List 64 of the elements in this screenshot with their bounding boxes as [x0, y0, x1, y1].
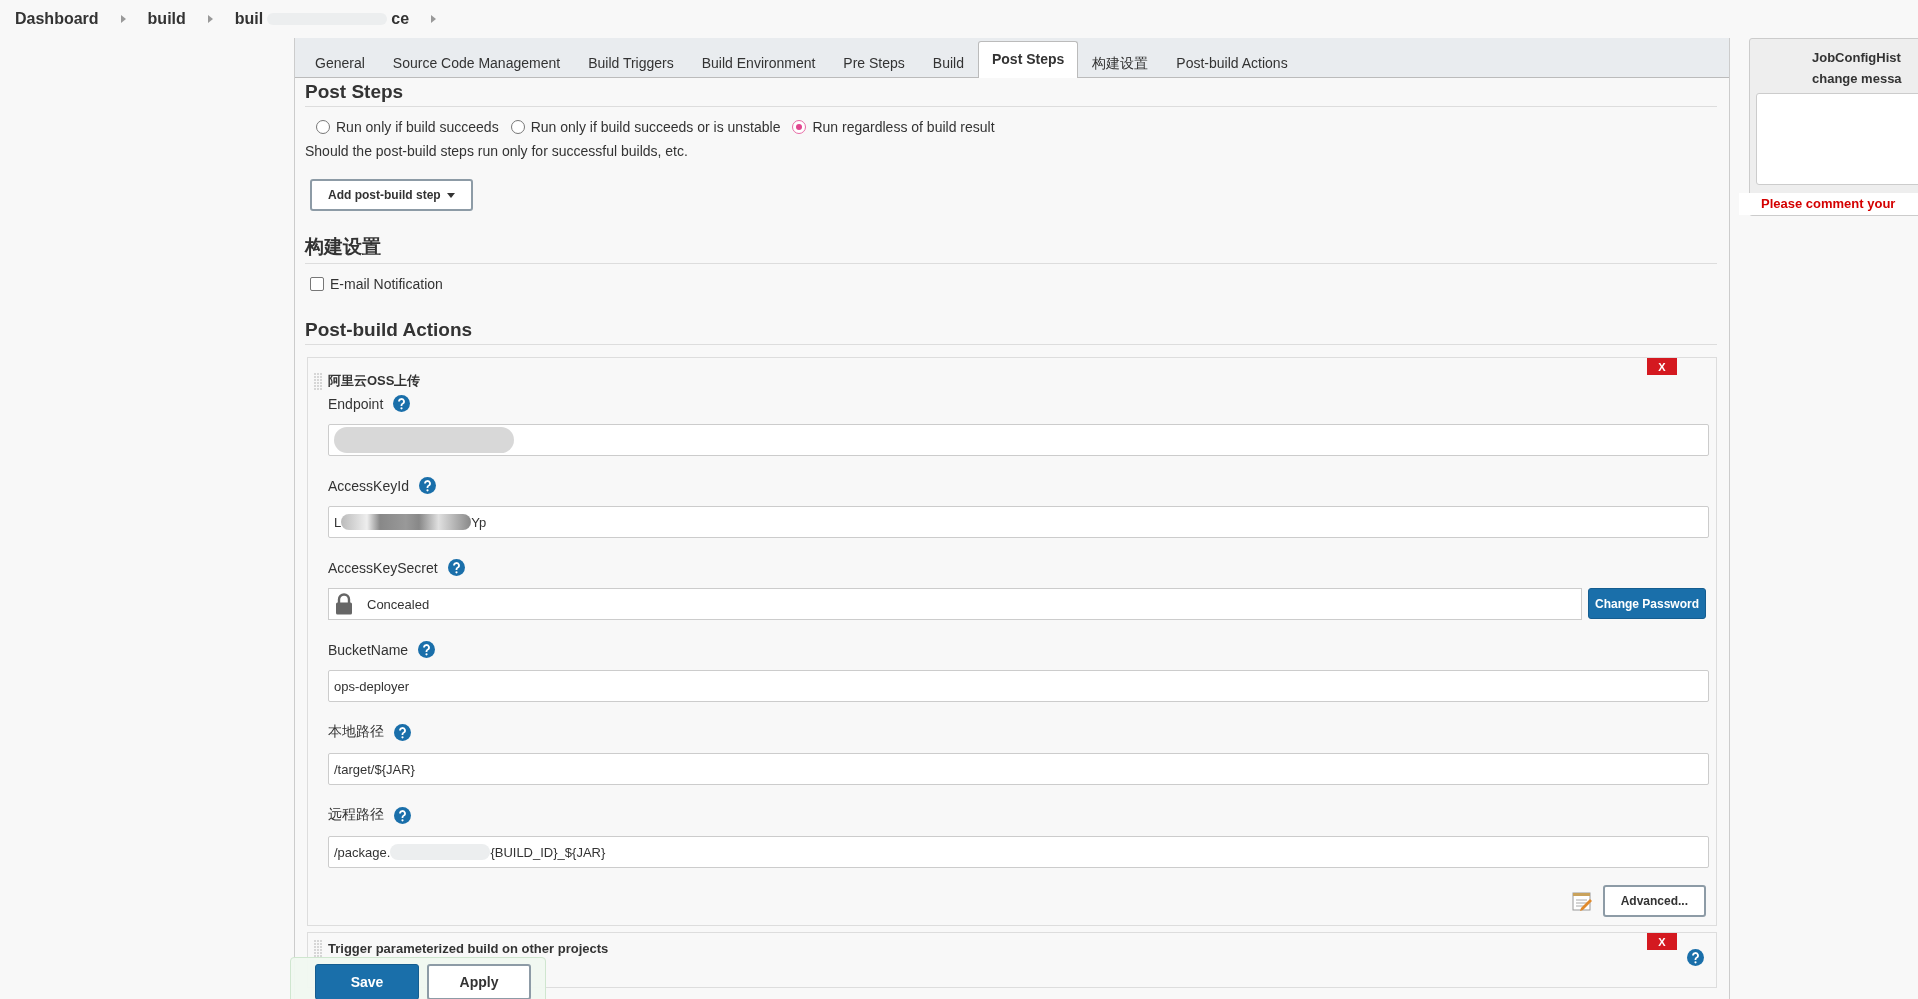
radio-button[interactable] — [510, 120, 525, 134]
add-step-button[interactable]: Add post-build step — [310, 179, 473, 211]
radio-label: Run only if build succeeds — [336, 119, 499, 135]
field-label: 远程路径 — [328, 806, 384, 824]
checkbox-label: E-mail Notification — [330, 276, 443, 292]
tab[interactable]: Build Triggers — [574, 47, 688, 78]
card-title: 阿里云OSS上传 — [328, 372, 421, 390]
radio-button[interactable] — [316, 120, 330, 134]
tab[interactable]: General — [301, 47, 379, 78]
section-heading: Post Steps — [305, 80, 1717, 107]
section-heading: 构建设置 — [305, 233, 1717, 264]
tab[interactable]: Source Code Management — [378, 47, 575, 78]
breadcrumb-link[interactable]: buil ce — [234, 10, 410, 28]
caret-icon — [446, 192, 455, 198]
panel-subtitle: change messa — [1811, 70, 1902, 88]
password-field[interactable]: Concealed — [328, 588, 1582, 620]
help-icon[interactable] — [1687, 949, 1704, 966]
tab[interactable]: Build Environment — [687, 47, 830, 78]
help-icon[interactable] — [394, 806, 411, 824]
delete-button[interactable]: X — [1647, 933, 1677, 950]
breadcrumb-link[interactable]: Dashboard — [15, 10, 99, 28]
chevron-icon — [207, 15, 213, 23]
help-icon[interactable] — [393, 395, 411, 412]
advanced-button[interactable]: Advanced... — [1602, 885, 1706, 917]
radio-label: Run only if build succeeds or is unstable — [530, 119, 781, 135]
tab[interactable]: 构建设置 — [1078, 47, 1163, 78]
tab[interactable]: Build — [918, 47, 978, 78]
breadcrumb-link[interactable]: build — [147, 10, 186, 28]
input-field[interactable]: /package. {BUILD_ID}_${JAR} — [328, 836, 1709, 868]
radio-label: Run regardless of build result — [812, 119, 995, 135]
warning-text: Please comment your — [1739, 193, 1918, 215]
field-label: 本地路径 — [328, 723, 384, 741]
lock-icon — [335, 593, 353, 615]
section-heading: Post-build Actions — [305, 318, 1717, 345]
field-label: BucketName — [328, 641, 409, 658]
tab[interactable]: Post Steps — [978, 41, 1079, 78]
chevron-icon — [120, 15, 126, 23]
input-field[interactable] — [328, 424, 1709, 456]
change-password-button[interactable]: Change Password — [1587, 588, 1706, 619]
field-label: AccessKeySecret — [328, 559, 438, 576]
tab[interactable]: Post-build Actions — [1162, 47, 1302, 78]
help-icon[interactable] — [418, 477, 436, 494]
delete-button[interactable]: X — [1647, 358, 1677, 375]
input-field[interactable]: L Yp — [328, 506, 1709, 538]
input-field[interactable]: ops-deployer — [328, 670, 1709, 702]
description-text: Should the post-build steps run only for successful builds, etc. — [305, 143, 689, 159]
comment-field[interactable] — [1756, 93, 1918, 185]
drag-handle-icon[interactable] — [313, 939, 323, 957]
input-field[interactable]: /target/${JAR} — [328, 753, 1709, 785]
chevron-icon — [431, 15, 437, 23]
notepad-icon[interactable] — [1570, 890, 1593, 912]
tab[interactable]: Pre Steps — [829, 47, 919, 78]
help-icon[interactable] — [394, 723, 411, 741]
card-title: Trigger parameterized build on other projects — [328, 940, 609, 956]
drag-handle-icon[interactable] — [313, 372, 323, 390]
checkbox[interactable] — [310, 277, 324, 291]
field-label: AccessKeyId — [328, 477, 409, 494]
panel-title: JobConfigHist — [1811, 49, 1901, 67]
apply-button[interactable]: Apply — [427, 964, 531, 999]
save-button[interactable]: Save — [315, 964, 419, 999]
field-label: Endpoint — [328, 395, 384, 412]
radio-button[interactable] — [792, 120, 807, 134]
help-icon[interactable] — [418, 641, 436, 658]
help-icon[interactable] — [447, 559, 465, 576]
